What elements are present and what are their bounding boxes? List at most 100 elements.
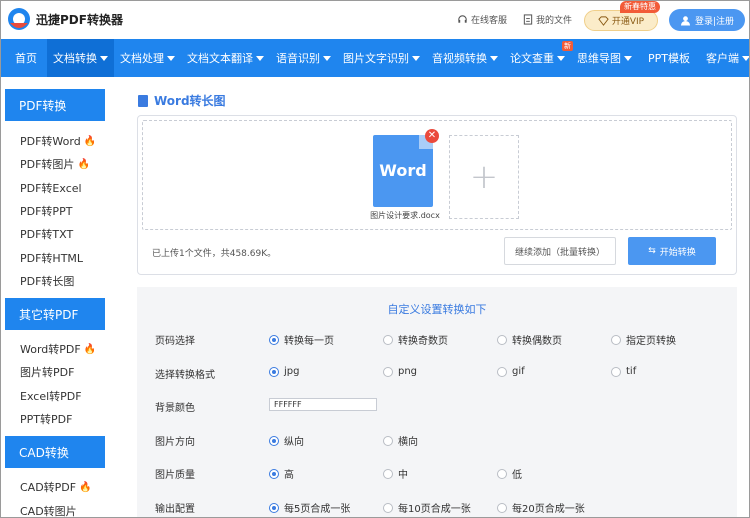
sidebar-item-word-to-pdf[interactable]: Word转PDF 🔥 [20,341,96,357]
radio-quality-high[interactable]: 高 [269,466,294,481]
radio-unchecked [497,334,507,345]
setting-label-output: 输出配置 [155,504,195,515]
brand-logo-icon[interactable] [7,7,31,31]
radio-quality-medium[interactable]: 中 [383,466,408,481]
radio-jpg[interactable]: jpg [269,366,299,377]
nav-ppt-template-label: PPT模板 [648,52,690,65]
sidebar-item-pdf-to-txt[interactable]: PDF转TXT [20,226,73,242]
start-convert-button[interactable]: ⇆ 开始转换 [628,237,716,265]
remove-file-icon[interactable]: ✕ [425,129,439,143]
sidebar-item-pdf-to-word[interactable]: PDF转Word 🔥 [20,133,96,149]
login-button[interactable]: 登录|注册 [669,9,745,31]
chevron-down-icon [323,55,331,61]
radio-label: 中 [398,470,408,481]
sidebar-group-other-to-pdf[interactable]: 其它转PDF [5,298,105,330]
sidebar-item-pdf-to-longimage[interactable]: PDF转长图 [20,273,74,289]
nav-client[interactable]: 客户端 [700,39,749,77]
sidebar-item-pdf-to-ppt[interactable]: PDF转PPT [20,203,72,219]
nav-doc-convert[interactable]: 文档转换 [47,39,114,77]
page-title: Word转长图 [138,92,226,109]
upload-panel: Word ✕ 图片设计要求.docx + 已上传1个文件，共458.69K。 继… [137,115,737,275]
online-service-link[interactable]: 在线客服 [457,13,507,26]
nav-speech[interactable]: 语音识别 [270,39,337,77]
radio-png[interactable]: png [383,366,417,377]
radio-label: 转换偶数页 [512,336,562,347]
top-bar: 迅捷PDF转换器 在线客服 我的文件 开通VIP 新春特惠 登录|注册 [1,1,749,39]
sidebar: PDF转换 PDF转Word 🔥 PDF转图片 🔥 PDF转Excel PDF转PP… [1,77,121,517]
radio-odd-pages[interactable]: 转换奇数页 [383,332,448,347]
radio-label: 指定页转换 [626,336,676,347]
brand-name[interactable]: 迅捷PDF转换器 [36,11,123,28]
sidebar-item-image-to-pdf[interactable]: 图片转PDF [20,364,74,380]
radio-tif[interactable]: tif [611,366,636,377]
radio-checked [269,468,279,479]
sidebar-item-label: PDF转Excel [20,182,82,195]
headset-icon [458,15,467,23]
radio-gif[interactable]: gif [497,366,525,377]
continue-add-button[interactable]: 继续添加（批量转换） [504,237,616,265]
my-files-link[interactable]: 我的文件 [523,13,572,26]
radio-label: 每10页合成一张 [398,504,471,515]
drop-zone[interactable]: Word ✕ 图片设计要求.docx + [142,120,732,230]
radio-unchecked [497,468,507,479]
radio-label: jpg [284,366,300,377]
sidebar-item-pdf-to-image[interactable]: PDF转图片 🔥 [20,156,90,172]
radio-checked [269,502,279,513]
radio-label: 每5页合成一张 [284,504,351,515]
file-name: 图片设计要求.docx [370,211,440,220]
sidebar-group-cad-convert[interactable]: CAD转换 [5,436,105,468]
sidebar-item-pdf-to-html[interactable]: PDF转HTML [20,250,83,266]
radio-quality-low[interactable]: 低 [497,466,522,481]
radio-merge-20[interactable]: 每20页合成一张 [497,500,585,515]
nav-doc-process[interactable]: 文档处理 [114,39,181,77]
nav-plagiarism[interactable]: 论文查重新 [504,39,573,77]
radio-merge-10[interactable]: 每10页合成一张 [383,500,471,515]
bgcolor-input[interactable]: FFFFFF [269,398,377,411]
sidebar-item-ppt-to-pdf[interactable]: PPT转PDF [20,411,72,427]
sidebar-item-label: Word转PDF [20,343,81,356]
sidebar-item-cad-to-image[interactable]: CAD转图片 [20,503,77,517]
radio-label: 转换奇数页 [398,336,448,347]
nav-ppt-template[interactable]: PPT模板 [638,39,700,77]
swap-icon: ⇆ [648,246,656,256]
radio-label: png [398,366,418,377]
radio-label: 转换每一页 [284,336,334,347]
chevron-down-icon [412,55,420,61]
nav-ocr[interactable]: 图片文字识别 [337,39,426,77]
radio-label: 高 [284,470,294,481]
chevron-down-icon [100,55,108,61]
radio-every-page[interactable]: 转换每一页 [269,332,334,347]
nav-av-convert[interactable]: 音视频转换 [426,39,504,77]
document-icon [138,94,148,107]
radio-unchecked [383,435,393,446]
add-file-button[interactable]: + [449,135,519,219]
radio-unchecked [611,366,621,377]
sidebar-item-label: PDF转长图 [20,275,75,288]
word-file-icon[interactable]: Word [373,135,433,207]
nav-mindmap[interactable]: 思维导图 [571,39,638,77]
nav-home[interactable]: 首页 [1,39,47,77]
sidebar-group-pdf-convert[interactable]: PDF转换 [5,89,105,121]
fire-icon: 🔥 [83,343,97,355]
vip-button[interactable]: 开通VIP [584,10,658,31]
diamond-icon [598,15,609,26]
radio-unchecked [383,334,393,345]
setting-label-bgcolor: 背景颜色 [155,403,195,414]
sidebar-item-label: PDF转Word [20,135,81,148]
sidebar-item-excel-to-pdf[interactable]: Excel转PDF [20,388,82,404]
app-window: 迅捷PDF转换器 在线客服 我的文件 开通VIP 新春特惠 登录|注册 首页 文… [0,0,750,518]
radio-even-pages[interactable]: 转换偶数页 [497,332,562,347]
radio-label: tif [626,366,637,377]
radio-landscape[interactable]: 横向 [383,433,418,448]
radio-specific-pages[interactable]: 指定页转换 [611,332,676,347]
radio-portrait[interactable]: 纵向 [269,433,304,448]
nav-ocr-label: 图片文字识别 [343,52,409,65]
sidebar-item-cad-to-pdf[interactable]: CAD转PDF 🔥 [20,479,92,495]
radio-merge-5[interactable]: 每5页合成一张 [269,500,350,515]
sidebar-item-pdf-to-excel[interactable]: PDF转Excel [20,180,82,196]
nav-home-label: 首页 [15,52,37,65]
user-icon [680,15,691,26]
sidebar-item-label: 图片转PDF [20,366,75,379]
nav-translate[interactable]: 文档文本翻译 [181,39,270,77]
online-service-label: 在线客服 [471,16,508,26]
